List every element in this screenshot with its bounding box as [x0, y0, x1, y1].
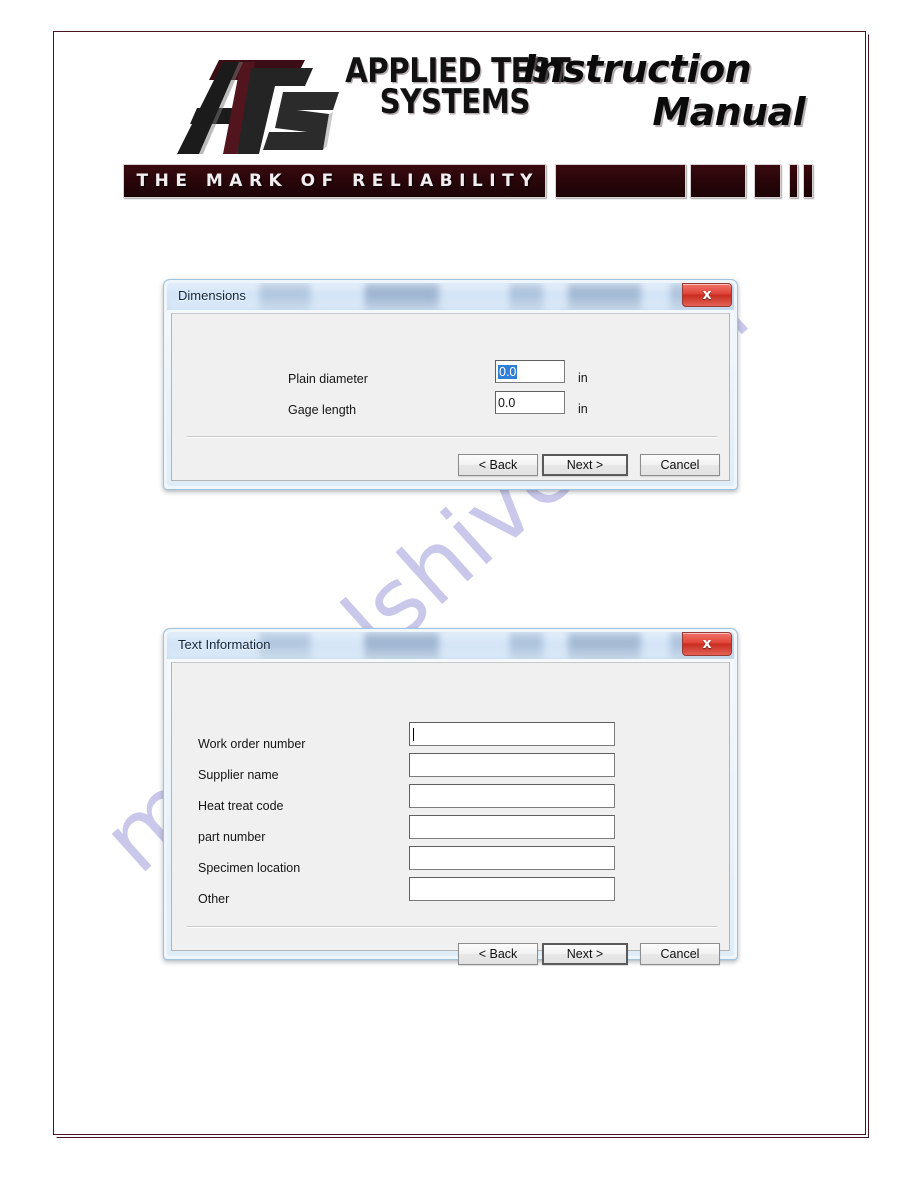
reliability-bar-main: THE MARK OF RELIABILITY: [123, 164, 546, 198]
reliability-bar-segment-5: [789, 164, 798, 198]
specimen-location-input[interactable]: [409, 846, 615, 870]
plain-diameter-value: 0.0: [498, 364, 518, 379]
close-icon[interactable]: x: [682, 283, 732, 307]
plain-diameter-input[interactable]: 0.0: [495, 360, 565, 383]
part-number-label: part number: [198, 830, 266, 844]
company-name-line2: SYSTEMS: [379, 82, 531, 123]
plain-diameter-label: Plain diameter: [288, 372, 368, 386]
form-row-work-order-number: Work order number: [198, 722, 615, 751]
manual-title: Instruction Manual: [523, 50, 813, 132]
supplier-name-input[interactable]: [409, 753, 615, 777]
manual-title-line2: Manual: [652, 89, 805, 134]
reliability-bar-segment-2: [555, 164, 686, 198]
form-row-gage-length: Gage length 0.0 in: [288, 391, 588, 417]
dimensions-separator: [187, 436, 717, 438]
manual-title-line1: Instruction: [523, 47, 752, 91]
cancel-button[interactable]: Cancel: [640, 943, 720, 965]
dimensions-dialog: Dimensions x Plain diameter 0.0 in Gage …: [163, 279, 738, 490]
plain-diameter-unit: in: [578, 371, 588, 385]
company-name: APPLIED TEST SYSTEMS: [315, 54, 571, 123]
textinfo-body: Work order number Supplier name Heat tre…: [171, 662, 730, 965]
textinfo-titlebar[interactable]: Text Information x: [167, 632, 734, 659]
form-row-other: Other: [198, 877, 615, 906]
reliability-bar: THE MARK OF RELIABILITY: [123, 164, 823, 200]
supplier-name-label: Supplier name: [198, 768, 279, 782]
dimensions-body: Plain diameter 0.0 in Gage length 0.0 in…: [171, 313, 730, 481]
textinfo-separator: [187, 926, 717, 928]
next-button[interactable]: Next >: [542, 454, 628, 476]
close-icon[interactable]: x: [682, 632, 732, 656]
text-information-dialog: Text Information x Work order number Sup…: [163, 628, 738, 965]
dimensions-button-row: < Back Next > Cancel: [458, 454, 720, 476]
form-row-supplier-name: Supplier name: [198, 753, 615, 782]
letterhead: APPLIED TEST SYSTEMS Instruction Manual …: [53, 32, 866, 217]
dimensions-titlebar[interactable]: Dimensions x: [167, 283, 734, 310]
close-icon-glyph: x: [702, 636, 712, 652]
back-button[interactable]: < Back: [458, 943, 538, 965]
heat-treat-code-input[interactable]: [409, 784, 615, 808]
cancel-button[interactable]: Cancel: [640, 454, 720, 476]
titlebar-background-blur: [167, 283, 734, 310]
form-row-part-number: part number: [198, 815, 615, 844]
gage-length-unit: in: [578, 402, 588, 416]
reliability-bar-segment-3: [690, 164, 746, 198]
specimen-location-label: Specimen location: [198, 861, 301, 875]
form-row-plain-diameter: Plain diameter 0.0 in: [288, 360, 588, 386]
form-row-specimen-location: Specimen location: [198, 846, 615, 875]
other-label: Other: [198, 892, 230, 906]
dimensions-title: Dimensions: [178, 288, 246, 303]
heat-treat-code-label: Heat treat code: [198, 799, 284, 813]
reliability-bar-segment-4: [754, 164, 781, 198]
part-number-input[interactable]: [409, 815, 615, 839]
work-order-number-input[interactable]: [409, 722, 615, 746]
back-button[interactable]: < Back: [458, 454, 538, 476]
reliability-bar-segment-6: [803, 164, 813, 198]
next-button[interactable]: Next >: [542, 943, 628, 965]
textinfo-title: Text Information: [178, 637, 271, 652]
close-icon-glyph: x: [702, 287, 712, 303]
reliability-tagline: THE MARK OF RELIABILITY: [136, 171, 539, 191]
gage-length-label: Gage length: [288, 403, 357, 417]
textinfo-button-row: < Back Next > Cancel: [458, 943, 720, 965]
gage-length-input[interactable]: 0.0: [495, 391, 565, 414]
form-row-heat-treat-code: Heat treat code: [198, 784, 615, 813]
text-caret: [413, 727, 414, 741]
other-input[interactable]: [409, 877, 615, 901]
gage-length-value: 0.0: [498, 395, 516, 410]
work-order-number-label: Work order number: [198, 737, 306, 751]
